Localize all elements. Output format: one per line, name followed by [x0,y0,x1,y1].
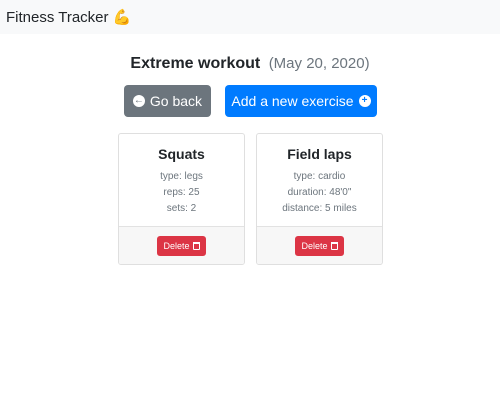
navbar: Fitness Tracker 💪 [0,0,500,34]
exercise-name: Squats [158,146,205,162]
exercise-name: Field laps [287,146,352,162]
exercise-card-squats: Squats type: legs reps: 25 sets: 2 Delet… [118,133,245,265]
exercise-detail: duration: 48'0" [287,187,352,198]
trash-icon [330,241,338,250]
flexed-biceps-icon: 💪 [112,9,132,26]
add-exercise-button[interactable]: Add a new exercise + [225,85,377,117]
delete-button[interactable]: Delete [157,235,206,256]
brand-link[interactable]: Fitness Tracker 💪 [6,8,132,27]
exercise-detail: type: legs [160,171,203,182]
delete-button[interactable]: Delete [295,235,344,256]
trash-icon [192,241,200,250]
arrow-left-circle-icon: ← [132,95,145,107]
card-footer: Delete [119,226,244,264]
exercise-details: type: legs reps: 25 sets: 2 [119,169,244,217]
go-back-button[interactable]: ← Go back [124,85,211,117]
exercise-detail: type: cardio [293,171,346,182]
workout-heading: Extreme workout (May 20, 2020) [0,55,500,73]
workout-date: (May 20, 2020) [268,55,370,72]
card-footer: Delete [257,226,382,264]
delete-label: Delete [163,240,190,251]
exercise-detail: distance: 5 miles [282,203,357,214]
plus-circle-icon: + [358,95,371,107]
exercise-detail: sets: 2 [166,203,197,214]
go-back-label: Go back [149,93,203,109]
exercise-details: type: cardio duration: 48'0" distance: 5… [257,169,382,217]
exercise-detail: reps: 25 [163,187,200,198]
exercise-card-field-laps: Field laps type: cardio duration: 48'0" … [256,133,383,265]
delete-label: Delete [301,240,328,251]
add-exercise-label: Add a new exercise [231,93,354,109]
workout-title: Extreme workout [130,55,261,72]
brand-label: Fitness Tracker [6,8,109,26]
